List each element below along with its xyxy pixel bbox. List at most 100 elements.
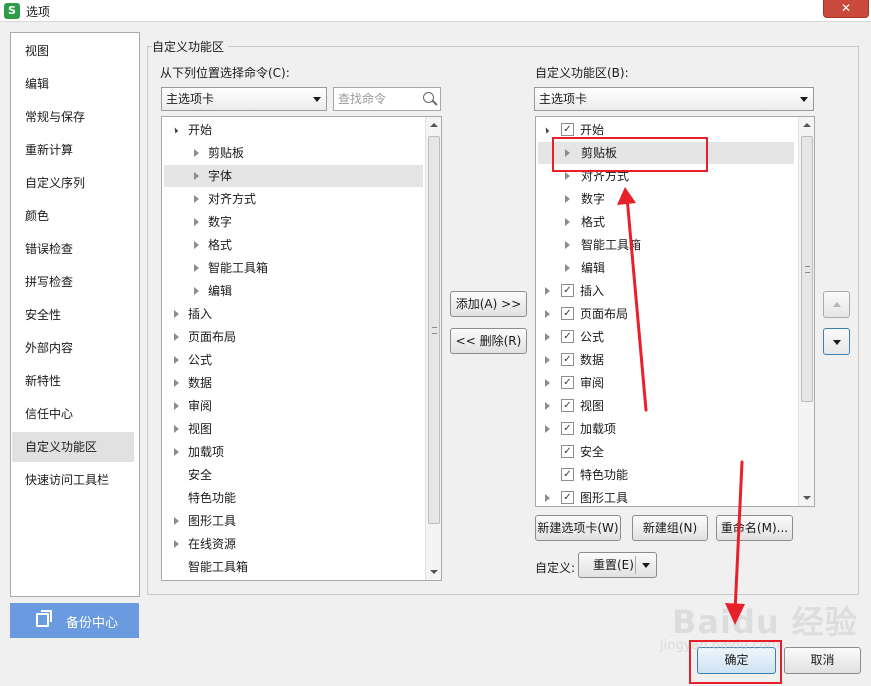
collapsed-triangle-icon[interactable] [174, 448, 179, 456]
tree-item[interactable]: 格式 [538, 211, 794, 233]
nav-item[interactable]: 视图 [12, 36, 134, 66]
nav-item[interactable]: 常规与保存 [12, 102, 134, 132]
commands-list[interactable]: 开始 剪贴板 字体 对齐方式 数字 格式 智能工具箱 编辑 插入 页面布局 公式 数据 审阅 视图 加载项安… [161, 116, 442, 581]
new-tab-button[interactable]: 新建选项卡(W) [535, 515, 621, 541]
close-button[interactable]: ✕ [823, 0, 869, 18]
nav-item[interactable]: 自定义功能区 [12, 432, 134, 462]
collapsed-triangle-icon[interactable] [545, 494, 550, 502]
search-icon[interactable] [423, 92, 434, 103]
tree-item[interactable]: 特色功能 [164, 487, 423, 509]
tree-item[interactable]: 剪贴板 [164, 142, 423, 164]
checkbox[interactable]: ✓ [561, 445, 574, 458]
checkbox[interactable]: ✓ [561, 353, 574, 366]
tree-item[interactable]: 在线资源 [164, 533, 423, 555]
collapsed-triangle-icon[interactable] [565, 172, 570, 180]
collapsed-triangle-icon[interactable] [174, 379, 179, 387]
search-commands-input[interactable]: 查找命令 [333, 87, 441, 111]
tree-item[interactable]: 开始 [164, 119, 423, 141]
checkbox[interactable]: ✓ [561, 376, 574, 389]
collapsed-triangle-icon[interactable] [174, 540, 179, 548]
nav-item[interactable]: 自定义序列 [12, 168, 134, 198]
ribbon-tabs-list[interactable]: ✓ 开始 剪贴板 对齐方式 数字 格式 智能工具箱 编辑 ✓ 插入 ✓ 页面布局 ✓ 公式 ✓ 数据 ✓ 审阅 ✓ 视… [535, 116, 815, 507]
tree-item[interactable]: 对齐方式 [164, 188, 423, 210]
checkbox[interactable]: ✓ [561, 284, 574, 297]
expanded-triangle-icon[interactable] [171, 127, 179, 134]
choose-commands-combo[interactable]: 主选项卡 [161, 87, 327, 111]
checkbox[interactable]: ✓ [561, 123, 574, 136]
collapsed-triangle-icon[interactable] [194, 241, 199, 249]
scroll-thumb[interactable] [428, 136, 440, 524]
tree-item[interactable]: 审阅 [164, 395, 423, 417]
collapsed-triangle-icon[interactable] [174, 517, 179, 525]
tree-item[interactable]: 安全 [164, 464, 423, 486]
rename-button[interactable]: 重命名(M)... [716, 515, 793, 541]
ribbon-list-scrollbar[interactable] [798, 117, 814, 506]
scroll-thumb[interactable] [801, 136, 813, 402]
tree-item[interactable]: 数据 [164, 372, 423, 394]
nav-item[interactable]: 快速访问工具栏 [12, 465, 134, 495]
tree-item[interactable]: ✓ 公式 [538, 326, 794, 348]
scroll-up-icon[interactable] [426, 117, 441, 134]
collapsed-triangle-icon[interactable] [194, 218, 199, 226]
collapsed-triangle-icon[interactable] [194, 195, 199, 203]
tree-item[interactable]: ✓ 特色功能 [538, 464, 794, 486]
add-button[interactable]: 添加(A) >> [450, 291, 527, 317]
tree-item[interactable]: ✓ 图形工具 [538, 487, 794, 506]
tree-item[interactable]: 字体 [164, 165, 423, 187]
collapsed-triangle-icon[interactable] [545, 379, 550, 387]
collapsed-triangle-icon[interactable] [194, 172, 199, 180]
collapsed-triangle-icon[interactable] [194, 149, 199, 157]
collapsed-triangle-icon[interactable] [194, 287, 199, 295]
reset-button[interactable]: 重置(E) [578, 552, 657, 578]
new-group-button[interactable]: 新建组(N) [632, 515, 708, 541]
tree-item[interactable]: 对齐方式 [538, 165, 794, 187]
tree-item[interactable]: 加载项 [164, 441, 423, 463]
nav-item[interactable]: 新特性 [12, 366, 134, 396]
collapsed-triangle-icon[interactable] [565, 218, 570, 226]
tree-item[interactable]: 编辑 [538, 257, 794, 279]
collapsed-triangle-icon[interactable] [545, 310, 550, 318]
nav-item[interactable]: 颜色 [12, 201, 134, 231]
tree-item[interactable]: 数字 [538, 188, 794, 210]
collapsed-triangle-icon[interactable] [545, 356, 550, 364]
ok-button[interactable]: 确定 [697, 647, 776, 674]
tree-item[interactable]: 数字 [164, 211, 423, 233]
collapsed-triangle-icon[interactable] [174, 356, 179, 364]
collapsed-triangle-icon[interactable] [174, 333, 179, 341]
collapsed-triangle-icon[interactable] [545, 402, 550, 410]
tree-item[interactable]: ✓ 开始 [538, 119, 794, 141]
scroll-up-icon[interactable] [799, 117, 814, 134]
collapsed-triangle-icon[interactable] [174, 425, 179, 433]
collapsed-triangle-icon[interactable] [565, 241, 570, 249]
tree-item[interactable]: 页面布局 [164, 326, 423, 348]
checkbox[interactable]: ✓ [561, 468, 574, 481]
tree-item[interactable]: ✓ 插入 [538, 280, 794, 302]
nav-item[interactable]: 错误检查 [12, 234, 134, 264]
nav-item[interactable]: 重新计算 [12, 135, 134, 165]
tree-item[interactable]: 公式 [164, 349, 423, 371]
cancel-button[interactable]: 取消 [784, 647, 861, 674]
tree-item[interactable]: 智能工具箱 [164, 257, 423, 279]
collapsed-triangle-icon[interactable] [565, 264, 570, 272]
tree-item[interactable]: ✓ 加载项 [538, 418, 794, 440]
checkbox[interactable]: ✓ [561, 307, 574, 320]
checkbox[interactable]: ✓ [561, 330, 574, 343]
backup-center-button[interactable]: 备份中心 [10, 603, 139, 638]
checkbox[interactable]: ✓ [561, 491, 574, 504]
nav-item[interactable]: 编辑 [12, 69, 134, 99]
commands-list-scrollbar[interactable] [425, 117, 441, 580]
expanded-triangle-icon[interactable] [542, 127, 550, 134]
nav-item[interactable]: 信任中心 [12, 399, 134, 429]
checkbox[interactable]: ✓ [561, 422, 574, 435]
tree-item[interactable]: ✓ 视图 [538, 395, 794, 417]
nav-item[interactable]: 拼写检查 [12, 267, 134, 297]
nav-item[interactable]: 安全性 [12, 300, 134, 330]
tree-item[interactable]: 格式 [164, 234, 423, 256]
collapsed-triangle-icon[interactable] [545, 425, 550, 433]
collapsed-triangle-icon[interactable] [545, 333, 550, 341]
checkbox[interactable]: ✓ [561, 399, 574, 412]
tree-item[interactable]: 视图 [164, 418, 423, 440]
tree-item[interactable]: 插入 [164, 303, 423, 325]
tree-item[interactable]: 图形工具 [164, 510, 423, 532]
tree-item[interactable]: 智能工具箱 [538, 234, 794, 256]
